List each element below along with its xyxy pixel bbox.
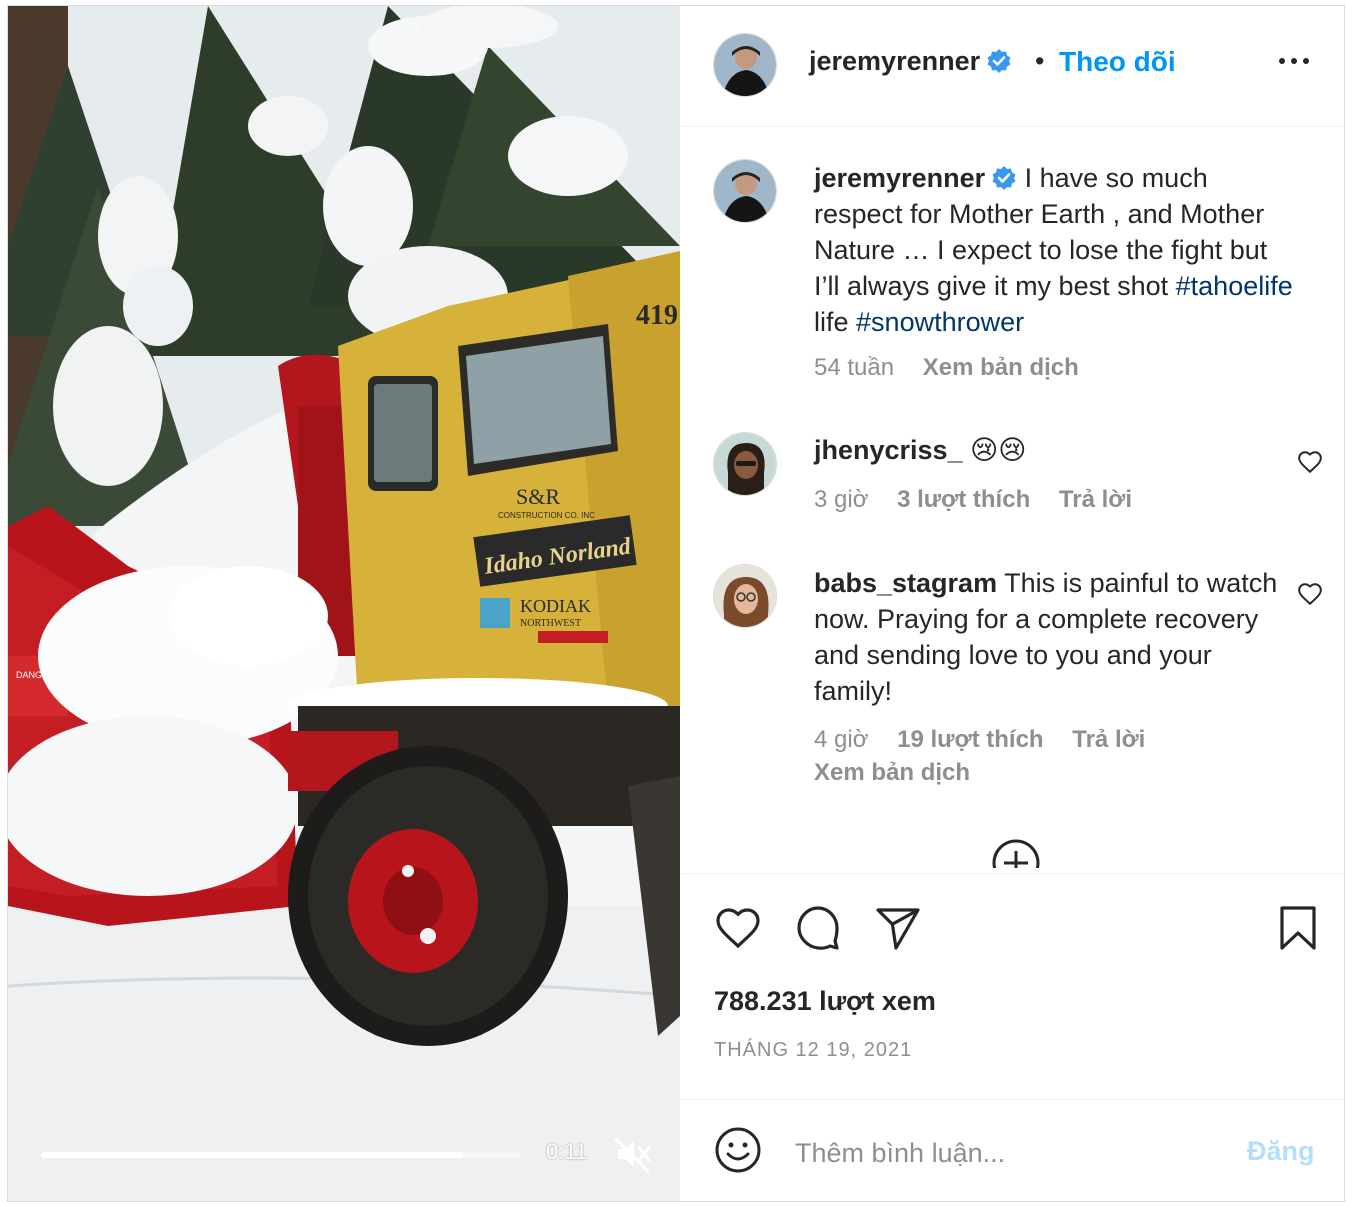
- comment-avatar[interactable]: [713, 564, 777, 628]
- view-count[interactable]: 788.231 lượt xem: [714, 986, 936, 1017]
- caption-username[interactable]: jeremyrenner: [814, 163, 985, 193]
- like-heart-icon[interactable]: [714, 904, 762, 952]
- header-separator: •: [1035, 46, 1045, 76]
- share-send-icon[interactable]: [874, 904, 922, 952]
- comment-meta: 3 giờ 3 lượt thích Trả lời: [814, 486, 1154, 514]
- author-avatar[interactable]: [713, 33, 777, 97]
- comment-avatar[interactable]: [713, 432, 777, 496]
- comment-bubble-icon[interactable]: [794, 904, 842, 952]
- caption-avatar[interactable]: [713, 159, 777, 223]
- more-horizontal-icon[interactable]: [1277, 54, 1311, 68]
- comment-input[interactable]: [793, 1132, 1237, 1174]
- actions-divider: [681, 873, 1345, 874]
- verified-badge-icon: [991, 164, 1017, 190]
- hashtag-tahoelife[interactable]: #tahoelife: [1176, 271, 1293, 301]
- comment-username[interactable]: jhenycriss_: [814, 435, 963, 465]
- caption-age[interactable]: 54 tuần: [814, 354, 894, 381]
- post-date[interactable]: THÁNG 12 19, 2021: [714, 1039, 912, 1062]
- comment-age[interactable]: 3 giờ: [814, 486, 868, 513]
- bookmark-icon[interactable]: [1274, 904, 1322, 952]
- video-player[interactable]: DANGER 419 S&R CONSTRUCTION CO. INC Idah…: [8, 6, 680, 1201]
- mute-icon[interactable]: [612, 1134, 652, 1174]
- video-progress-bar[interactable]: [41, 1152, 521, 1158]
- comment-text: babs_stagram This is painful to watch no…: [814, 565, 1294, 709]
- caption-text: jeremyrenner I have so much respect for …: [814, 160, 1294, 340]
- caption-translate-link[interactable]: Xem bản dịch: [923, 354, 1079, 381]
- video-progress-fill: [41, 1152, 464, 1158]
- comment-likes[interactable]: 3 lượt thích: [897, 486, 1030, 513]
- composer-divider: [681, 1099, 1345, 1100]
- comment-meta: 4 giờ 19 lượt thích Trả lời: [814, 726, 1167, 754]
- post-side-panel: jeremyrenner • Theo dõi jeremyrenner I h…: [681, 6, 1345, 1201]
- author-username[interactable]: jeremyrenner: [809, 46, 1012, 77]
- truck-brand: KODIAK: [520, 596, 591, 616]
- load-more-comments-icon[interactable]: [991, 838, 1041, 868]
- comment-like-heart-icon[interactable]: [1297, 449, 1323, 475]
- video-frame-image: DANGER 419 S&R CONSTRUCTION CO. INC Idah…: [8, 6, 680, 1201]
- header-divider: [681, 126, 1345, 127]
- video-time: 0:11: [546, 1139, 588, 1164]
- caption-meta: 54 tuần Xem bản dịch: [814, 354, 1101, 382]
- comment-likes[interactable]: 19 lượt thích: [897, 726, 1043, 753]
- truck-company-sub: CONSTRUCTION CO. INC: [498, 511, 595, 520]
- comment-like-heart-icon[interactable]: [1297, 581, 1323, 607]
- truck-brand-sub: NORTHWEST: [520, 618, 581, 629]
- hashtag-snowthrower[interactable]: #snowthrower: [856, 307, 1024, 337]
- truck-company: S&R: [516, 484, 560, 509]
- follow-button[interactable]: Theo dõi: [1059, 46, 1176, 78]
- comment-translate: Xem bản dịch: [814, 759, 992, 787]
- emoji-icon[interactable]: [714, 1126, 762, 1174]
- reply-button[interactable]: Trả lời: [1072, 726, 1145, 753]
- comment-text: jhenycriss_ 😢😢: [814, 432, 1294, 468]
- caption-between: life: [814, 307, 849, 337]
- comment-translate-link[interactable]: Xem bản dịch: [814, 759, 970, 786]
- comment-age[interactable]: 4 giờ: [814, 726, 868, 753]
- reply-button[interactable]: Trả lời: [1059, 486, 1132, 513]
- verified-badge-icon: [986, 48, 1012, 74]
- truck-number: 419: [636, 300, 678, 331]
- comment-body: 😢😢: [970, 435, 1027, 465]
- comment-username[interactable]: babs_stagram: [814, 568, 997, 598]
- post-comment-button[interactable]: Đăng: [1247, 1136, 1315, 1167]
